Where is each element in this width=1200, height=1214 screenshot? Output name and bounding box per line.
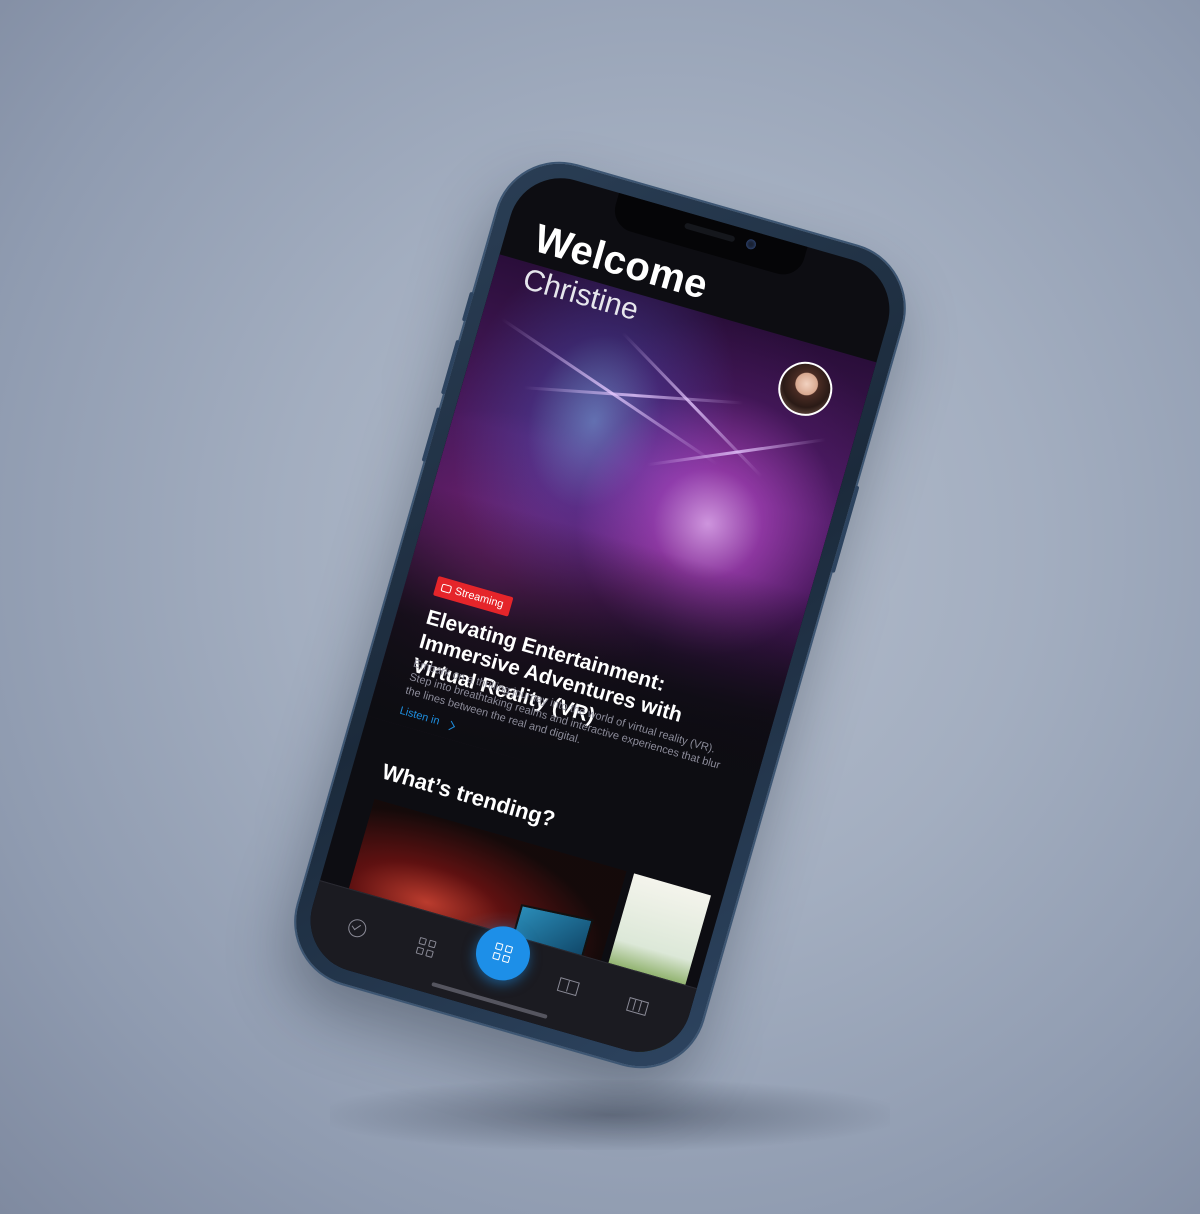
tab-browse[interactable] <box>414 936 442 964</box>
grid-icon <box>492 942 514 964</box>
map-icon <box>625 997 650 1016</box>
stage-light-beam <box>647 438 826 467</box>
volume-down-button <box>421 407 441 462</box>
mute-switch <box>461 291 474 322</box>
tab-library[interactable] <box>555 977 582 1004</box>
speaker-grille <box>683 222 736 243</box>
check-circle-icon <box>346 917 369 940</box>
streaming-icon <box>440 583 453 594</box>
camera-icon <box>744 238 758 251</box>
app-screen: Welcome Christine Streaming Elevating En… <box>298 165 902 1065</box>
phone-mockup: Welcome Christine Streaming Elevating En… <box>280 148 920 1082</box>
grid-icon <box>415 936 442 959</box>
volume-up-button <box>440 339 461 395</box>
home-indicator[interactable] <box>431 982 548 1019</box>
tab-completed[interactable] <box>345 917 372 944</box>
tab-map[interactable] <box>624 997 651 1024</box>
book-info-icon <box>556 977 580 997</box>
phone-floor-shadow <box>330 1080 890 1150</box>
stage-light-beam <box>523 386 744 405</box>
